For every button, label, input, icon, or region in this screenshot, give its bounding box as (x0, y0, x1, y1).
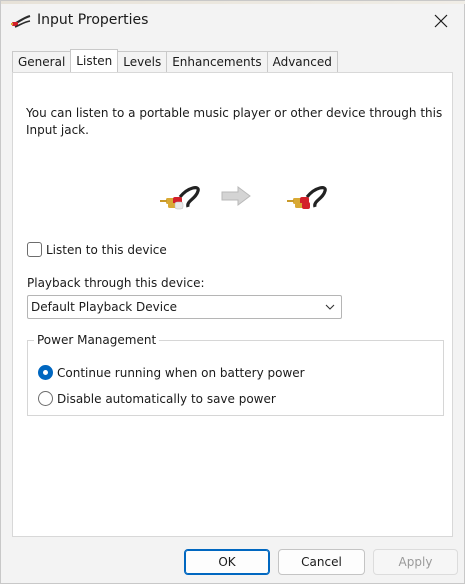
listen-description: You can listen to a portable music playe… (26, 106, 443, 137)
tab-advanced[interactable]: Advanced (266, 51, 338, 72)
playback-device-value: Default Playback Device (31, 300, 178, 314)
close-icon (434, 14, 448, 28)
listen-checkbox-label[interactable]: Listen to this device (46, 243, 167, 257)
tab-levels[interactable]: Levels (117, 51, 168, 72)
window-title: Input Properties (37, 12, 149, 28)
disable-automatically-label[interactable]: Disable automatically to save power (57, 392, 276, 406)
jack-illustration (160, 186, 327, 210)
power-management-group: Power Management Continue running when o… (27, 333, 444, 416)
rca-cable-icon (160, 186, 200, 210)
disable-automatically-radio[interactable] (38, 391, 53, 406)
rca-cable-icon (287, 186, 327, 209)
chevron-down-icon (325, 304, 335, 310)
disable-automatically-option[interactable]: Disable automatically to save power (38, 391, 276, 406)
tab-enhancements[interactable]: Enhancements (166, 51, 268, 72)
continue-running-option[interactable]: Continue running when on battery power (38, 365, 305, 380)
listen-checkbox[interactable] (27, 242, 42, 257)
arrow-right-icon (221, 186, 251, 206)
apply-button[interactable]: Apply (373, 549, 458, 575)
tab-listen[interactable]: Listen (70, 49, 119, 72)
close-button[interactable] (424, 5, 458, 37)
ok-button[interactable]: OK (184, 549, 270, 575)
cancel-button[interactable]: Cancel (278, 549, 365, 575)
tab-general[interactable]: General (12, 51, 72, 72)
tab-strip: General Listen Levels Enhancements Advan… (12, 49, 338, 72)
input-properties-window: Input Properties General Listen Levels E… (0, 0, 465, 584)
continue-running-radio[interactable] (38, 365, 53, 380)
power-management-legend: Power Management (34, 333, 160, 347)
title-bar[interactable]: Input Properties (1, 1, 464, 41)
listen-panel: You can listen to a portable music playe… (12, 72, 453, 537)
listen-checkbox-row[interactable]: Listen to this device (27, 242, 167, 257)
playback-label: Playback through this device: (27, 276, 205, 290)
audio-cable-icon (11, 14, 31, 28)
continue-running-label[interactable]: Continue running when on battery power (57, 366, 305, 380)
playback-device-select[interactable]: Default Playback Device (27, 295, 342, 319)
